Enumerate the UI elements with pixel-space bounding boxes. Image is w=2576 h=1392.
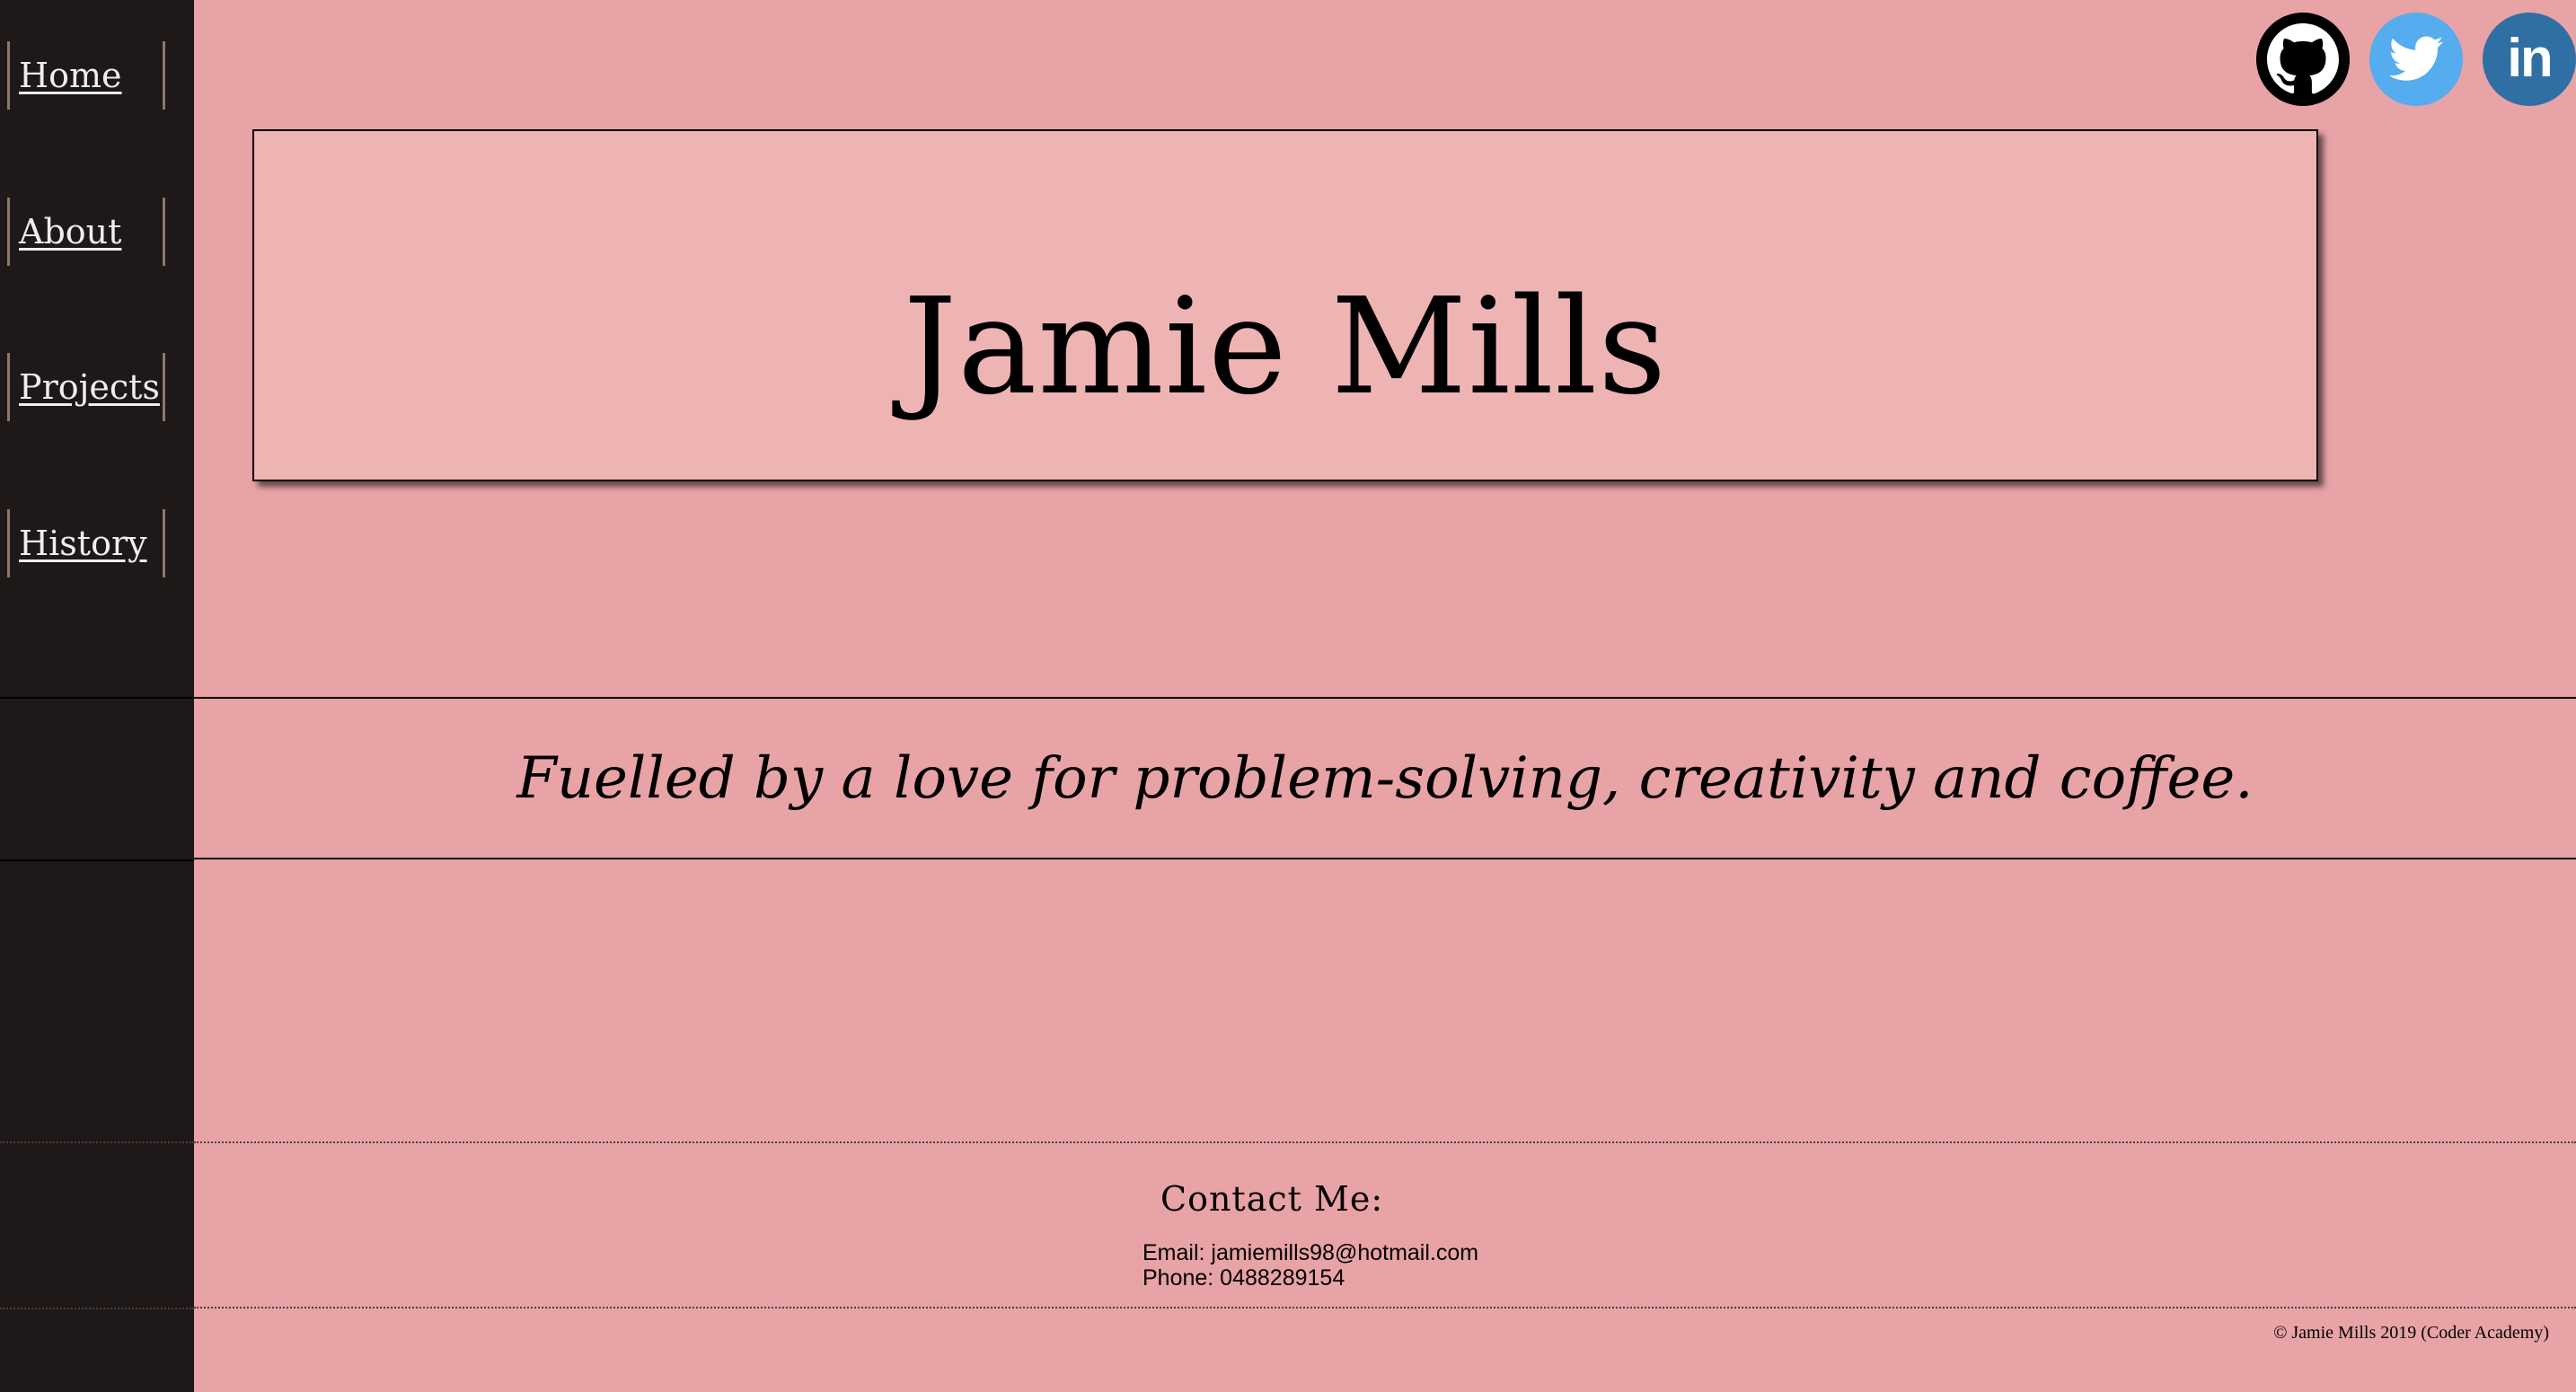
- linkedin-glyph: in: [2507, 27, 2553, 88]
- github-icon-glyph: [2256, 13, 2350, 106]
- page-title: Jamie Mills: [903, 269, 1668, 424]
- contact-phone: Phone: 0488289154: [1142, 1265, 1345, 1291]
- nav-link-about[interactable]: About: [7, 198, 165, 266]
- linkedin-icon[interactable]: in: [2483, 13, 2576, 106]
- nav-link-history[interactable]: History: [7, 509, 165, 577]
- tagline-band: Fuelled by a love for problem-solving, c…: [194, 697, 2576, 859]
- contact-heading: Contact Me:: [1160, 1179, 1384, 1219]
- sidebar-divider: [0, 859, 194, 861]
- github-icon[interactable]: [2256, 13, 2350, 106]
- hero-title-box: Jamie Mills: [252, 129, 2318, 481]
- twitter-icon[interactable]: [2369, 13, 2463, 106]
- social-links: in: [2256, 13, 2576, 106]
- copyright-notice: © Jamie Mills 2019 (Coder Academy): [2273, 1323, 2549, 1343]
- twitter-bird-glyph: [2388, 36, 2443, 81]
- sidebar-nav: Home About Projects History: [0, 0, 194, 1392]
- contact-email: Email: jamiemills98@hotmail.com: [1142, 1240, 1479, 1265]
- contact-details: Email: jamiemills98@hotmail.com Phone: 0…: [1142, 1240, 1478, 1291]
- nav-link-projects[interactable]: Projects: [7, 353, 165, 421]
- sidebar-divider: [0, 1308, 194, 1309]
- tagline-text: Fuelled by a love for problem-solving, c…: [516, 744, 2254, 812]
- sidebar-divider: [0, 697, 194, 699]
- nav-link-home[interactable]: Home: [7, 41, 165, 110]
- contact-section: Contact Me: Email: jamiemills98@hotmail.…: [194, 1141, 2576, 1308]
- sidebar-divider: [0, 1141, 194, 1143]
